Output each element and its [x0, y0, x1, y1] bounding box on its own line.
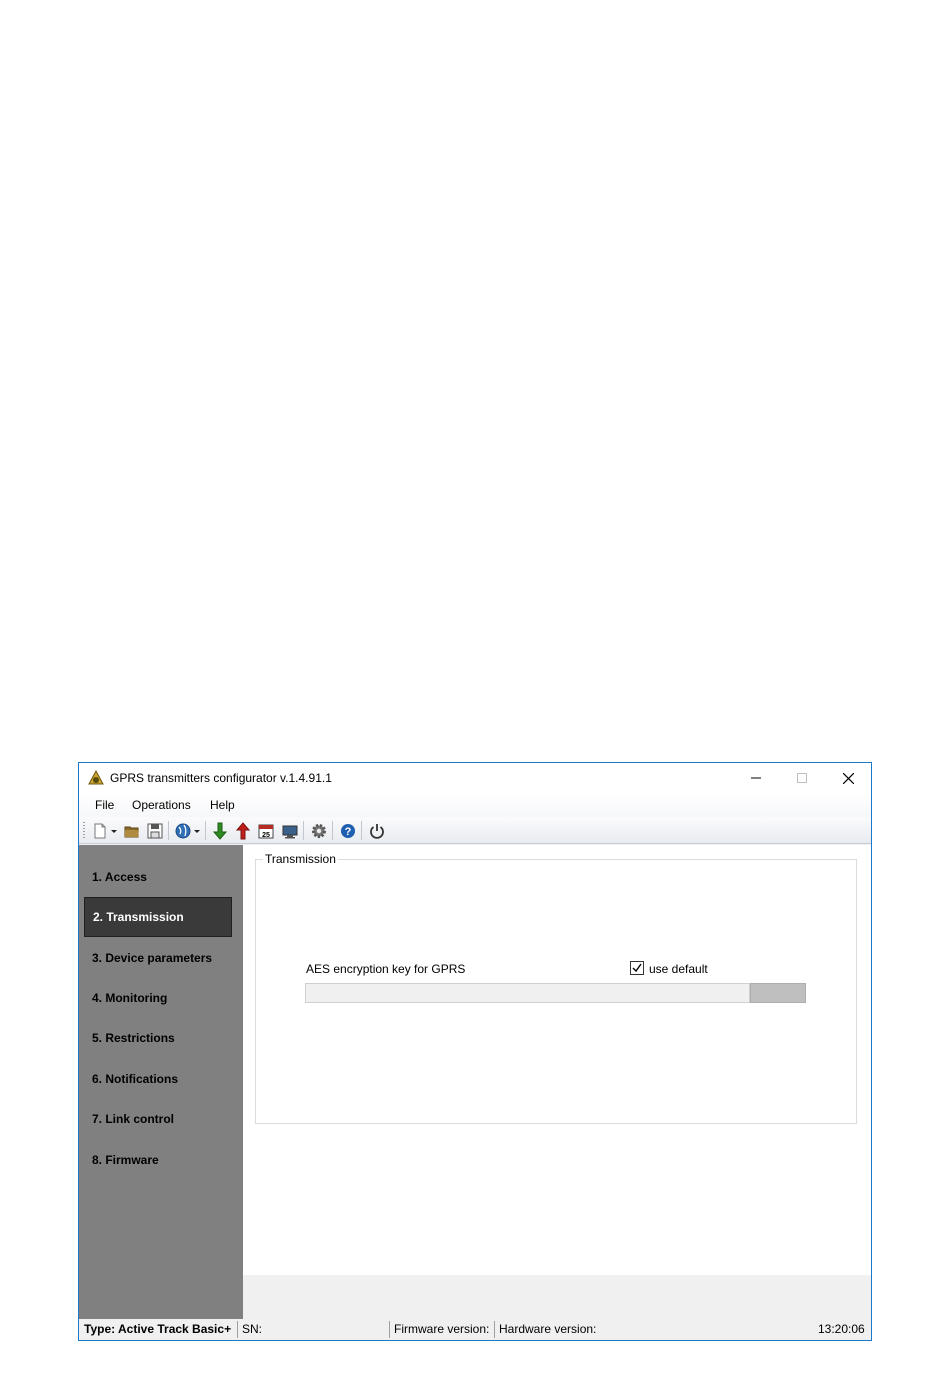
- toolbar-separator: [361, 821, 362, 840]
- sidebar-item-label: 6. Notifications: [92, 1072, 179, 1086]
- sidebar-item-label: 7. Link control: [92, 1112, 175, 1126]
- window-title: GPRS transmitters configurator v.1.4.91.…: [110, 771, 332, 785]
- group-title: Transmission: [263, 852, 338, 866]
- save-icon[interactable]: [146, 822, 164, 840]
- sidebar-item-firmware[interactable]: 8. Firmware: [84, 1140, 232, 1180]
- aes-key-input[interactable]: [305, 983, 750, 1003]
- sidebar-item-label: 8. Firmware: [92, 1153, 159, 1167]
- help-icon[interactable]: ?: [339, 822, 357, 840]
- use-default-checkbox[interactable]: [630, 961, 644, 975]
- calendar-icon[interactable]: 25: [257, 822, 275, 840]
- sidebar-item-link-control[interactable]: 7. Link control: [84, 1099, 232, 1139]
- toolbar: 25 ?: [79, 817, 871, 844]
- status-divider: [494, 1321, 495, 1338]
- sidebar-item-restrictions[interactable]: 5. Restrictions: [84, 1018, 232, 1058]
- use-default-label[interactable]: use default: [649, 962, 708, 976]
- toolbar-grip[interactable]: [83, 822, 85, 838]
- content-footer-area: [243, 1275, 871, 1319]
- menu-operations[interactable]: Operations: [132, 798, 191, 812]
- status-divider: [237, 1321, 238, 1338]
- sidebar-item-label: 2. Transmission: [93, 910, 184, 924]
- monitor-icon[interactable]: [281, 822, 299, 840]
- sidebar-item-transmission[interactable]: 2. Transmission: [84, 897, 232, 937]
- globe-dropdown-icon[interactable]: [193, 822, 201, 840]
- app-window: GPRS transmitters configurator v.1.4.91.…: [78, 762, 872, 1341]
- aes-key-button[interactable]: [750, 983, 806, 1003]
- svg-text:?: ?: [345, 826, 352, 838]
- power-icon[interactable]: [368, 822, 386, 840]
- upload-arrow-icon[interactable]: [234, 822, 252, 840]
- globe-icon[interactable]: [174, 822, 192, 840]
- maximize-button[interactable]: [779, 763, 825, 793]
- sidebar-item-label: 4. Monitoring: [92, 991, 168, 1005]
- toolbar-separator: [303, 821, 304, 840]
- aes-key-label: AES encryption key for GPRS: [306, 962, 466, 976]
- status-firmware-version: Firmware version:: [394, 1322, 490, 1336]
- menu-bar: File Operations Help: [79, 793, 871, 817]
- status-hardware-version: Hardware version:: [499, 1322, 597, 1336]
- status-serial-number: SN:: [242, 1322, 263, 1336]
- sidebar-item-label: 5. Restrictions: [92, 1031, 175, 1045]
- content-panel: Transmission AES encryption key for GPRS…: [243, 845, 871, 1275]
- sidebar-item-monitoring[interactable]: 4. Monitoring: [84, 978, 232, 1018]
- close-button[interactable]: [825, 763, 871, 793]
- toolbar-separator: [205, 821, 206, 840]
- gear-icon[interactable]: [310, 822, 328, 840]
- new-file-icon[interactable]: [91, 822, 109, 840]
- download-arrow-icon[interactable]: [211, 822, 229, 840]
- dropdown-arrow-icon[interactable]: [110, 822, 118, 840]
- calendar-day: 25: [262, 832, 270, 839]
- sidebar-item-device-parameters[interactable]: 3. Device parameters: [84, 938, 232, 978]
- status-bar: Type: Active Track Basic+ SN: Firmware v…: [79, 1319, 871, 1340]
- status-device-type: Type: Active Track Basic+: [84, 1322, 232, 1336]
- title-bar[interactable]: GPRS transmitters configurator v.1.4.91.…: [79, 763, 871, 793]
- sidebar-nav: 1. Access 2. Transmission 3. Device para…: [79, 845, 243, 1319]
- minimize-button[interactable]: [733, 763, 779, 793]
- status-divider: [389, 1321, 390, 1338]
- app-logo-icon: [88, 769, 104, 786]
- transmission-group: Transmission AES encryption key for GPRS…: [255, 852, 857, 1124]
- menu-help[interactable]: Help: [210, 798, 235, 812]
- toolbar-separator: [332, 821, 333, 840]
- open-folder-icon[interactable]: [123, 822, 141, 840]
- toolbar-separator: [168, 821, 169, 840]
- checkmark-icon: [632, 963, 642, 973]
- sidebar-item-notifications[interactable]: 6. Notifications: [84, 1059, 232, 1099]
- menu-file[interactable]: File: [95, 798, 114, 812]
- sidebar-item-access[interactable]: 1. Access: [84, 857, 232, 897]
- sidebar-item-label: 3. Device parameters: [92, 951, 213, 965]
- status-clock: 13:20:06: [818, 1322, 865, 1336]
- sidebar-item-label: 1. Access: [92, 870, 147, 884]
